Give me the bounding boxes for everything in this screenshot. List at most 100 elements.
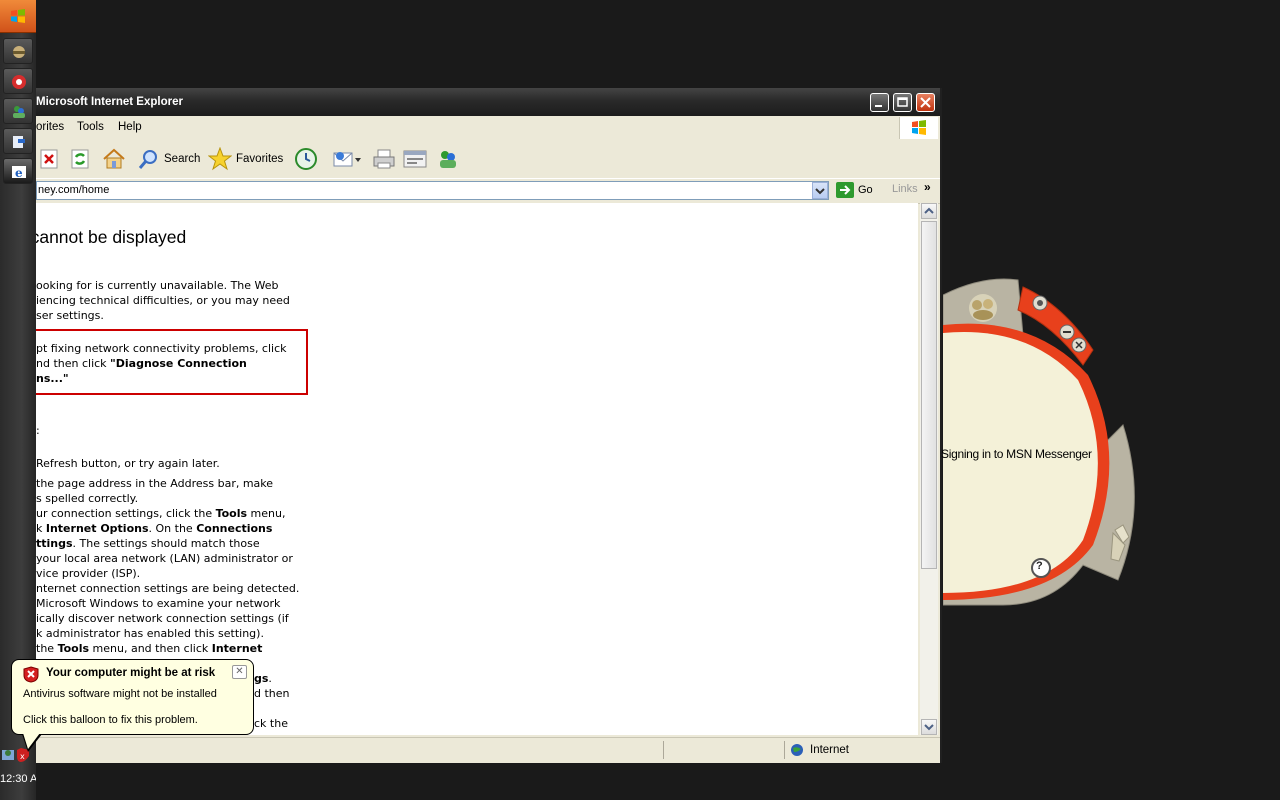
msn-minimize-button[interactable]: [1059, 324, 1075, 340]
app-icon: [13, 46, 25, 58]
chevron-right-icon[interactable]: »: [924, 180, 931, 194]
scroll-up-button[interactable]: [921, 203, 937, 219]
document-icon: [13, 136, 25, 148]
quicklaunch-app-2[interactable]: [3, 68, 33, 94]
print-icon: [373, 149, 395, 169]
menu-favorites[interactable]: orites: [36, 121, 64, 133]
msn-options-button[interactable]: [1032, 295, 1048, 311]
chevron-down-icon: [924, 724, 934, 731]
close-icon: [920, 97, 931, 108]
balloon-line-1: Antivirus software might not be installe…: [23, 688, 217, 700]
home-button[interactable]: [102, 146, 126, 172]
buddies-icon[interactable]: [969, 294, 997, 322]
search-button[interactable]: Search: [138, 146, 200, 172]
tip-line-11: ically discover network connection setti…: [36, 612, 289, 625]
msn-close-button[interactable]: [1071, 337, 1087, 353]
zone-label: Internet: [810, 744, 849, 756]
tip-line-14: gs.: [254, 672, 272, 685]
tip-line-12: k administrator has enabled this setting…: [36, 627, 264, 640]
balloon-close-button[interactable]: ✕: [232, 665, 247, 679]
scroll-down-button[interactable]: [921, 719, 937, 735]
go-arrow-icon: [836, 182, 854, 198]
menu-bar: orites Tools Help: [36, 116, 940, 141]
diag-line-2: nd then click "Diagnose Connection: [36, 357, 247, 370]
clock[interactable]: 12:30 A: [0, 773, 36, 785]
close-button[interactable]: [916, 93, 935, 112]
title-bar[interactable]: Microsoft Internet Explorer: [36, 88, 940, 116]
tip-line-1: Refresh button, or try again later.: [36, 457, 220, 470]
tip-line-2: the page address in the Address bar, mak…: [36, 477, 274, 490]
tip-line-5: k Internet Options. On the Connections: [36, 522, 273, 535]
svg-text:x: x: [20, 752, 25, 761]
balloon-title: Your computer might be at risk: [46, 667, 216, 679]
go-button[interactable]: Go: [836, 182, 873, 198]
vertical-scrollbar[interactable]: [920, 203, 938, 735]
status-bar: Internet: [36, 737, 940, 762]
tip-line-3: s spelled correctly.: [36, 492, 139, 505]
security-zone[interactable]: Internet: [790, 743, 849, 757]
tip-line-8: vice provider (ISP).: [36, 567, 141, 580]
scroll-thumb[interactable]: [921, 221, 937, 569]
minimize-button[interactable]: [870, 93, 889, 112]
maximize-button[interactable]: [893, 93, 912, 112]
links-toolbar[interactable]: Links: [892, 183, 918, 195]
diagnose-link[interactable]: "Diagnose Connection: [110, 357, 247, 370]
search-label: Search: [164, 153, 201, 165]
section-heading: :: [36, 424, 40, 437]
chevron-up-icon: [924, 207, 934, 214]
stop-button[interactable]: [38, 146, 60, 172]
standard-toolbar: Search Favorites: [36, 140, 940, 178]
history-button[interactable]: [294, 146, 318, 172]
menu-tools[interactable]: Tools: [77, 121, 104, 133]
refresh-button[interactable]: [69, 146, 91, 172]
mail-button[interactable]: [332, 146, 362, 172]
home-icon: [103, 148, 125, 169]
messenger-buddy-icon: [440, 151, 456, 168]
media-icon: [12, 75, 26, 89]
messenger-button[interactable]: [436, 146, 460, 172]
stop-icon: [40, 149, 58, 169]
favorites-button[interactable]: Favorites: [208, 146, 283, 172]
edit-button[interactable]: [403, 146, 427, 172]
security-balloon[interactable]: Your computer might be at risk ✕ Antivir…: [11, 659, 254, 735]
messenger-icon: [13, 106, 25, 118]
diag-line-3[interactable]: ns...": [36, 371, 69, 386]
msn-frame: [942, 278, 1135, 606]
search-icon: [138, 150, 157, 169]
start-button[interactable]: [0, 0, 36, 33]
minimize-icon: [875, 105, 882, 107]
tip-line-4: ur connection settings, click the Tools …: [36, 507, 286, 520]
tip-line-6: ttings. The settings should match those: [36, 537, 260, 550]
page-title: e cannot be displayed: [36, 227, 187, 247]
msn-messenger-window[interactable]: Signing in to MSN Messenger ?: [941, 275, 1143, 615]
balloon-tail-fill: [23, 733, 40, 749]
go-label: Go: [858, 184, 873, 196]
print-button[interactable]: [372, 146, 396, 172]
address-dropdown-button[interactable]: [812, 182, 828, 199]
tip-line-9: nternet connection settings are being de…: [36, 582, 300, 595]
quicklaunch-app-1[interactable]: [3, 38, 33, 64]
history-icon: [295, 148, 317, 170]
intro-line-3: ser settings.: [36, 309, 104, 322]
address-input[interactable]: ney.com/home: [36, 181, 829, 200]
tip-line-16: ck the: [254, 717, 288, 730]
svg-text:e: e: [15, 166, 23, 180]
chevron-down-icon: [815, 188, 825, 195]
taskbar-ie-window[interactable]: e: [3, 158, 33, 184]
menu-help[interactable]: Help: [118, 121, 142, 133]
tip-line-13: the Tools menu, and then click Internet: [36, 642, 263, 655]
edit-icon: [403, 150, 427, 168]
window-title: Microsoft Internet Explorer: [36, 96, 183, 108]
internet-explorer-icon: e: [12, 166, 26, 180]
maximize-icon: [897, 97, 908, 107]
page-content: e cannot be displayed ooking for is curr…: [36, 203, 918, 735]
network-icon[interactable]: [2, 750, 14, 760]
favorites-star-icon: [208, 147, 232, 171]
quicklaunch-app-4[interactable]: [3, 128, 33, 154]
windows-flag-icon: [11, 9, 25, 23]
intro-line-1: ooking for is currently unavailable. The…: [36, 279, 279, 292]
msn-status-text: Signing in to MSN Messenger: [941, 447, 1092, 461]
status-divider: [784, 741, 785, 759]
quicklaunch-messenger[interactable]: [3, 98, 33, 124]
tip-line-15: d then: [254, 687, 290, 700]
